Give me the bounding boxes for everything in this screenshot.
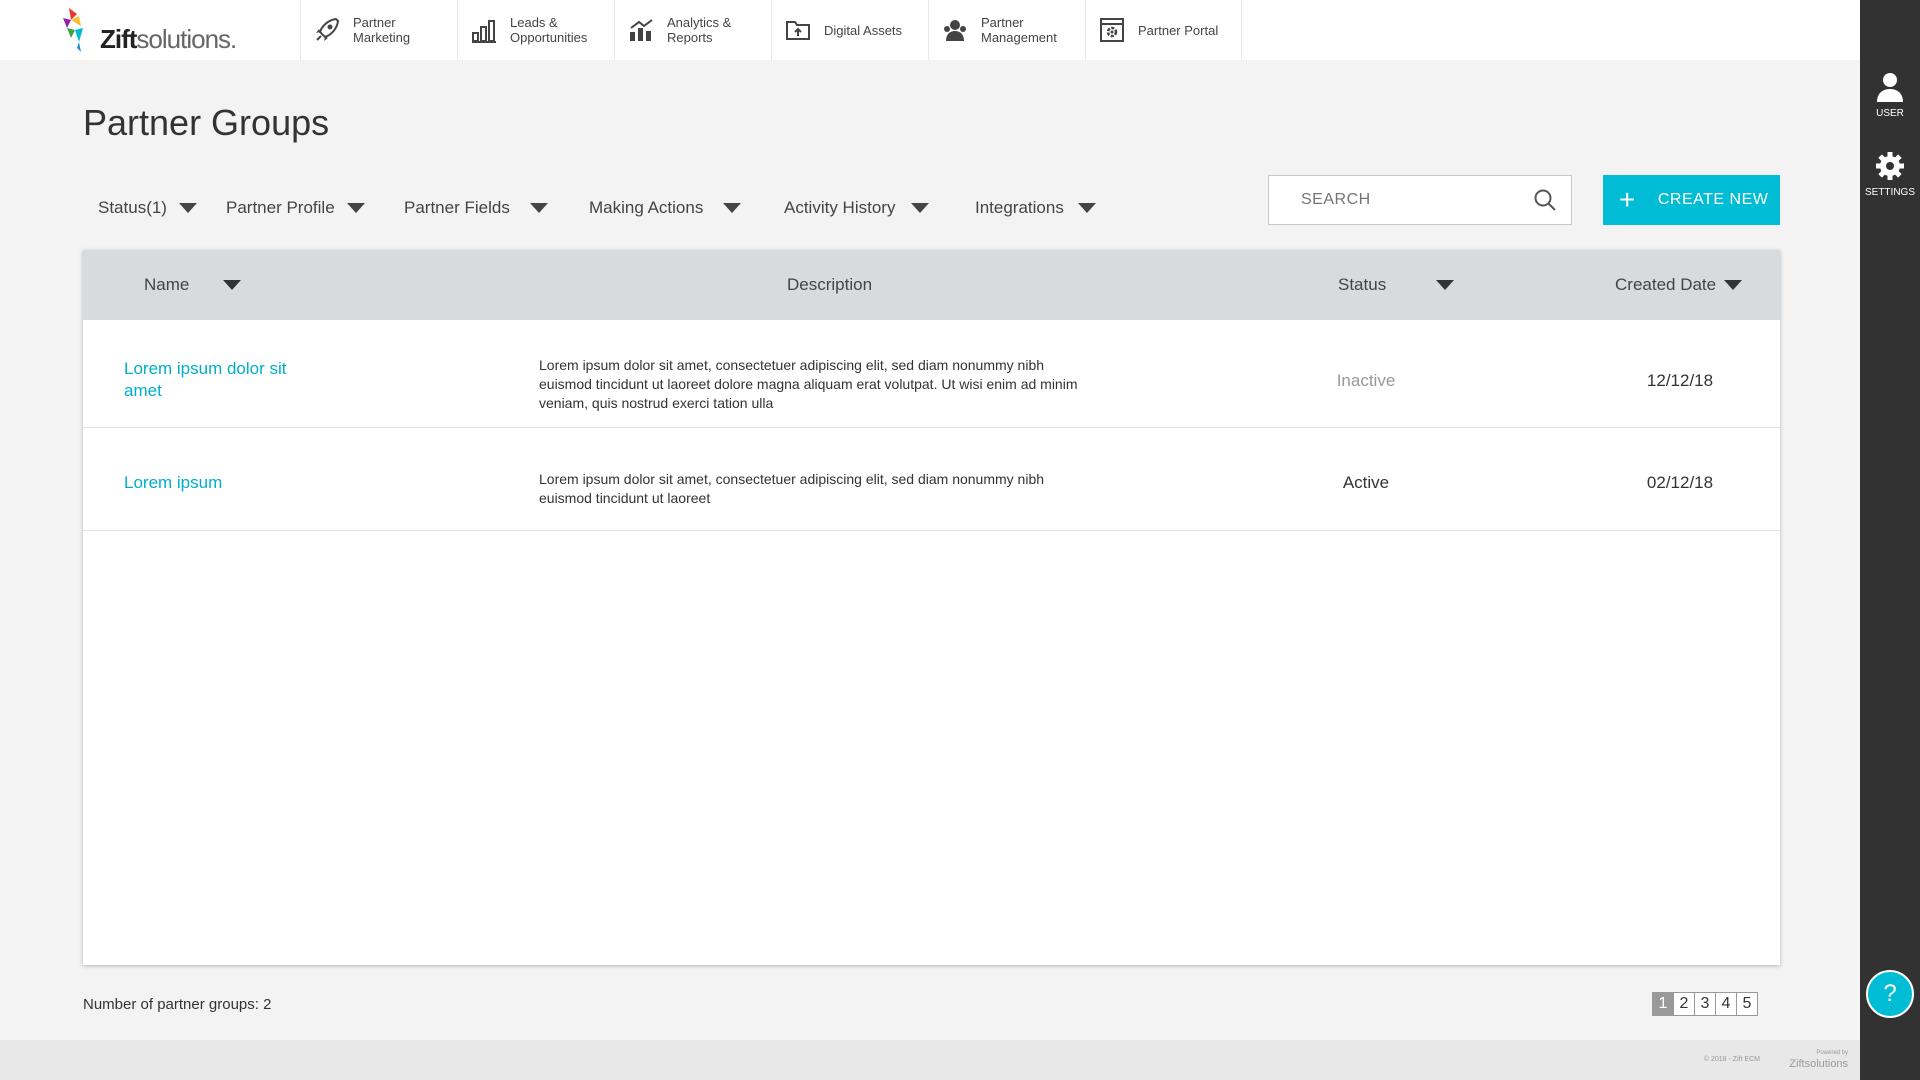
filter-label: Partner Profile (226, 198, 335, 217)
chevron-down-icon (1077, 203, 1096, 213)
created-date: 02/12/18 (1646, 473, 1714, 492)
settings-button[interactable]: SETTINGS (1860, 151, 1920, 198)
nav-label: Partner Management (981, 15, 1057, 45)
chevron-down-icon (178, 203, 197, 213)
search-icon[interactable] (1533, 188, 1557, 212)
people-icon (941, 16, 969, 44)
status-badge: Active (1342, 473, 1390, 492)
analytics-icon (627, 16, 655, 44)
rocket-icon (313, 16, 341, 44)
brand-logo[interactable]: Ziftsolutions. (0, 0, 300, 60)
chevron-down-icon (346, 203, 365, 213)
sort-chevron-icon (1436, 280, 1455, 290)
column-title: Description (787, 275, 873, 294)
filter-activity-history[interactable]: Activity History (784, 198, 975, 218)
group-name-link[interactable]: Lorem ipsum (124, 472, 304, 494)
create-new-label: CREATE NEW (1657, 191, 1769, 208)
nav-partner-marketing[interactable]: Partner Marketing (300, 0, 457, 60)
chevron-down-icon (529, 203, 548, 213)
column-title: Name (144, 275, 190, 294)
nav-digital-assets[interactable]: Digital Assets (771, 0, 928, 60)
top-navigation-bar: Ziftsolutions. Partner Marketing Leads &… (0, 0, 1860, 60)
page-button-2[interactable]: 2 (1673, 992, 1695, 1016)
page-button-1[interactable]: 1 (1652, 992, 1674, 1016)
filter-label: Making Actions (589, 198, 704, 217)
filter-label: Activity History (784, 198, 896, 217)
create-new-button[interactable]: + CREATE NEW (1603, 175, 1780, 225)
nav-label: Partner Portal (1138, 22, 1219, 38)
chevron-down-icon (911, 203, 930, 213)
portal-gear-icon (1098, 16, 1126, 44)
table-header: Name Description Status Created Date (83, 250, 1780, 320)
nav-analytics-reports[interactable]: Analytics & Reports (614, 0, 771, 60)
group-description: Lorem ipsum dolor sit amet, consectetuer… (539, 357, 1078, 411)
filter-label: Integrations (975, 198, 1064, 217)
filter-partner-profile[interactable]: Partner Profile (226, 198, 404, 218)
table-row[interactable]: Lorem ipsum dolor sit amet Lorem ipsum d… (83, 320, 1780, 428)
chevron-down-icon (723, 203, 742, 213)
nav-label: Leads & Opportunities (510, 15, 588, 45)
column-title: Created Date (1615, 275, 1717, 294)
filter-making-actions[interactable]: Making Actions (589, 198, 784, 218)
leads-chart-icon (470, 16, 498, 44)
page-button-4[interactable]: 4 (1715, 992, 1737, 1016)
page-button-5[interactable]: 5 (1736, 992, 1758, 1016)
sort-chevron-icon (1724, 280, 1743, 290)
nav-partner-management[interactable]: Partner Management (928, 0, 1085, 60)
nav-label: Digital Assets (824, 22, 903, 38)
created-date: 12/12/18 (1646, 371, 1714, 390)
pagination: 1 2 3 4 5 (1652, 992, 1758, 1016)
status-badge: Inactive (1336, 371, 1396, 390)
filter-partner-fields[interactable]: Partner Fields (404, 198, 589, 218)
plus-icon: + (1619, 184, 1636, 215)
user-icon (1877, 73, 1903, 102)
help-icon: ? (1883, 980, 1897, 1007)
partner-groups-count: Number of partner groups: 2 (83, 996, 272, 1013)
group-description: Lorem ipsum dolor sit amet, consectetuer… (539, 471, 1045, 506)
sort-chevron-icon (223, 280, 242, 290)
filter-integrations[interactable]: Integrations (975, 198, 1096, 218)
column-header-name[interactable]: Name (144, 250, 242, 320)
column-header-description: Description (787, 250, 872, 320)
nav-partner-portal[interactable]: Partner Portal (1085, 0, 1242, 60)
group-name-link[interactable]: Lorem ipsum dolor sit amet (124, 358, 304, 402)
filter-bar: Status(1) Partner Profile Partner Fields… (98, 196, 1096, 220)
partner-groups-table: Name Description Status Created Date Lor… (83, 250, 1780, 965)
powered-by-logo: Powered by Ziftsolutions (1789, 1048, 1848, 1070)
search-box (1268, 175, 1572, 225)
search-input[interactable] (1301, 191, 1533, 209)
right-sidebar: USER SETTINGS ? (1860, 0, 1920, 1080)
gear-icon (1876, 152, 1904, 180)
nav-label: Analytics & Reports (667, 15, 732, 45)
settings-label: SETTINGS (1864, 187, 1915, 198)
filter-label: Status(1) (98, 198, 167, 217)
logo-text: Ziftsolutions. (100, 24, 237, 54)
user-menu-button[interactable]: USER (1860, 72, 1920, 119)
page-footer: © 2018 - Zift ECM Powered by Ziftsolutio… (0, 1040, 1860, 1080)
filter-label: Partner Fields (404, 198, 510, 217)
nav-label: Partner Marketing (353, 15, 411, 45)
column-title: Status (1338, 275, 1387, 294)
logo-mark-icon (63, 8, 83, 52)
page-button-3[interactable]: 3 (1694, 992, 1716, 1016)
nav-leads-opportunities[interactable]: Leads & Opportunities (457, 0, 614, 60)
column-header-status[interactable]: Status (1338, 250, 1455, 320)
powered-by-brand: Ziftsolutions (1789, 1058, 1848, 1070)
filter-status[interactable]: Status(1) (98, 198, 226, 218)
copyright-text: © 2018 - Zift ECM (1703, 1056, 1760, 1063)
column-header-created-date[interactable]: Created Date (1615, 250, 1743, 320)
table-row[interactable]: Lorem ipsum Lorem ipsum dolor sit amet, … (83, 428, 1780, 531)
user-label: USER (1876, 108, 1904, 119)
help-button[interactable]: ? (1866, 970, 1914, 1018)
page-title: Partner Groups (83, 102, 330, 143)
folder-upload-icon (784, 16, 812, 44)
